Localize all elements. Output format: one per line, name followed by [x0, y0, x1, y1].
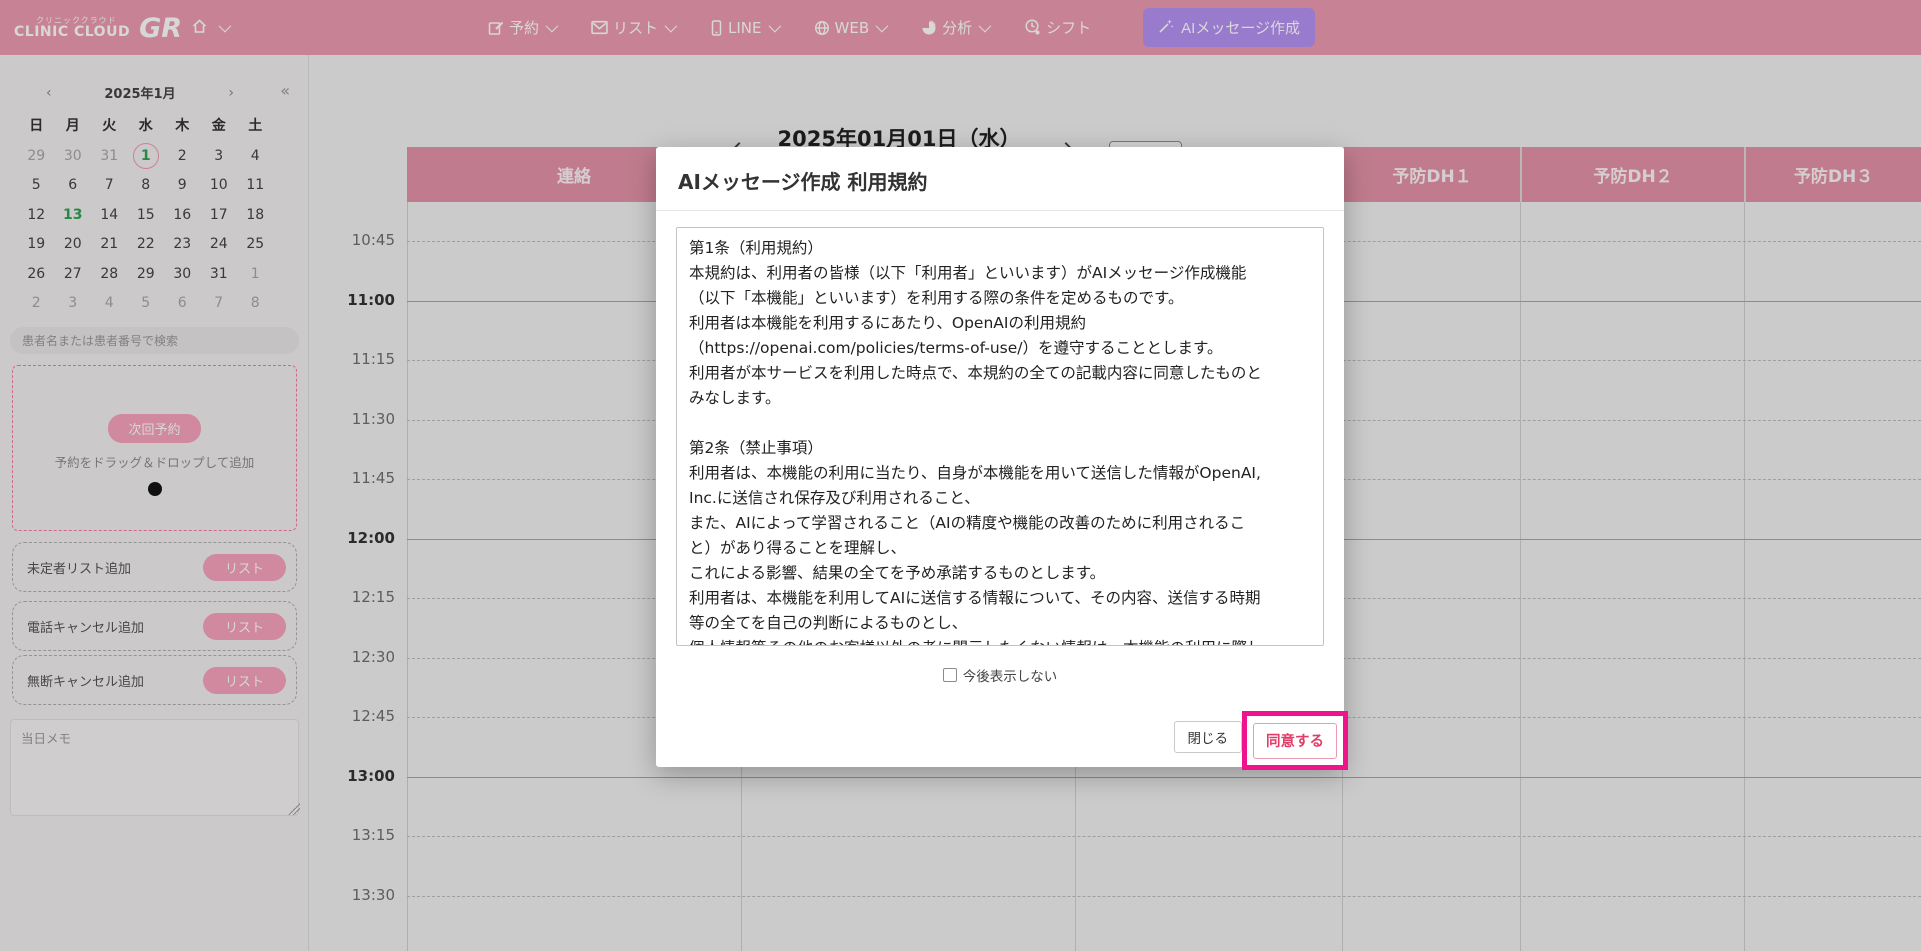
terms-scrollbox[interactable]: 第1条（利用規約） 本規約は、利用者の皆様（以下「利用者」といいます）がAIメッ… — [676, 227, 1324, 646]
dont-show-again-checkbox[interactable] — [943, 668, 957, 682]
modal-title: AIメッセージ作成 利用規約 — [656, 147, 1344, 211]
app-window: クリニッククラウド CLINIC CLOUD GR 予約リストLINEWEB分析… — [0, 0, 1921, 951]
terms-modal: AIメッセージ作成 利用規約 第1条（利用規約） 本規約は、利用者の皆様（以下「… — [656, 147, 1344, 767]
close-button[interactable]: 閉じる — [1174, 721, 1243, 753]
agree-highlight-annotation: 同意する — [1242, 711, 1348, 770]
agree-button[interactable]: 同意する — [1253, 723, 1337, 759]
dont-show-again-label: 今後表示しない — [963, 665, 1058, 685]
